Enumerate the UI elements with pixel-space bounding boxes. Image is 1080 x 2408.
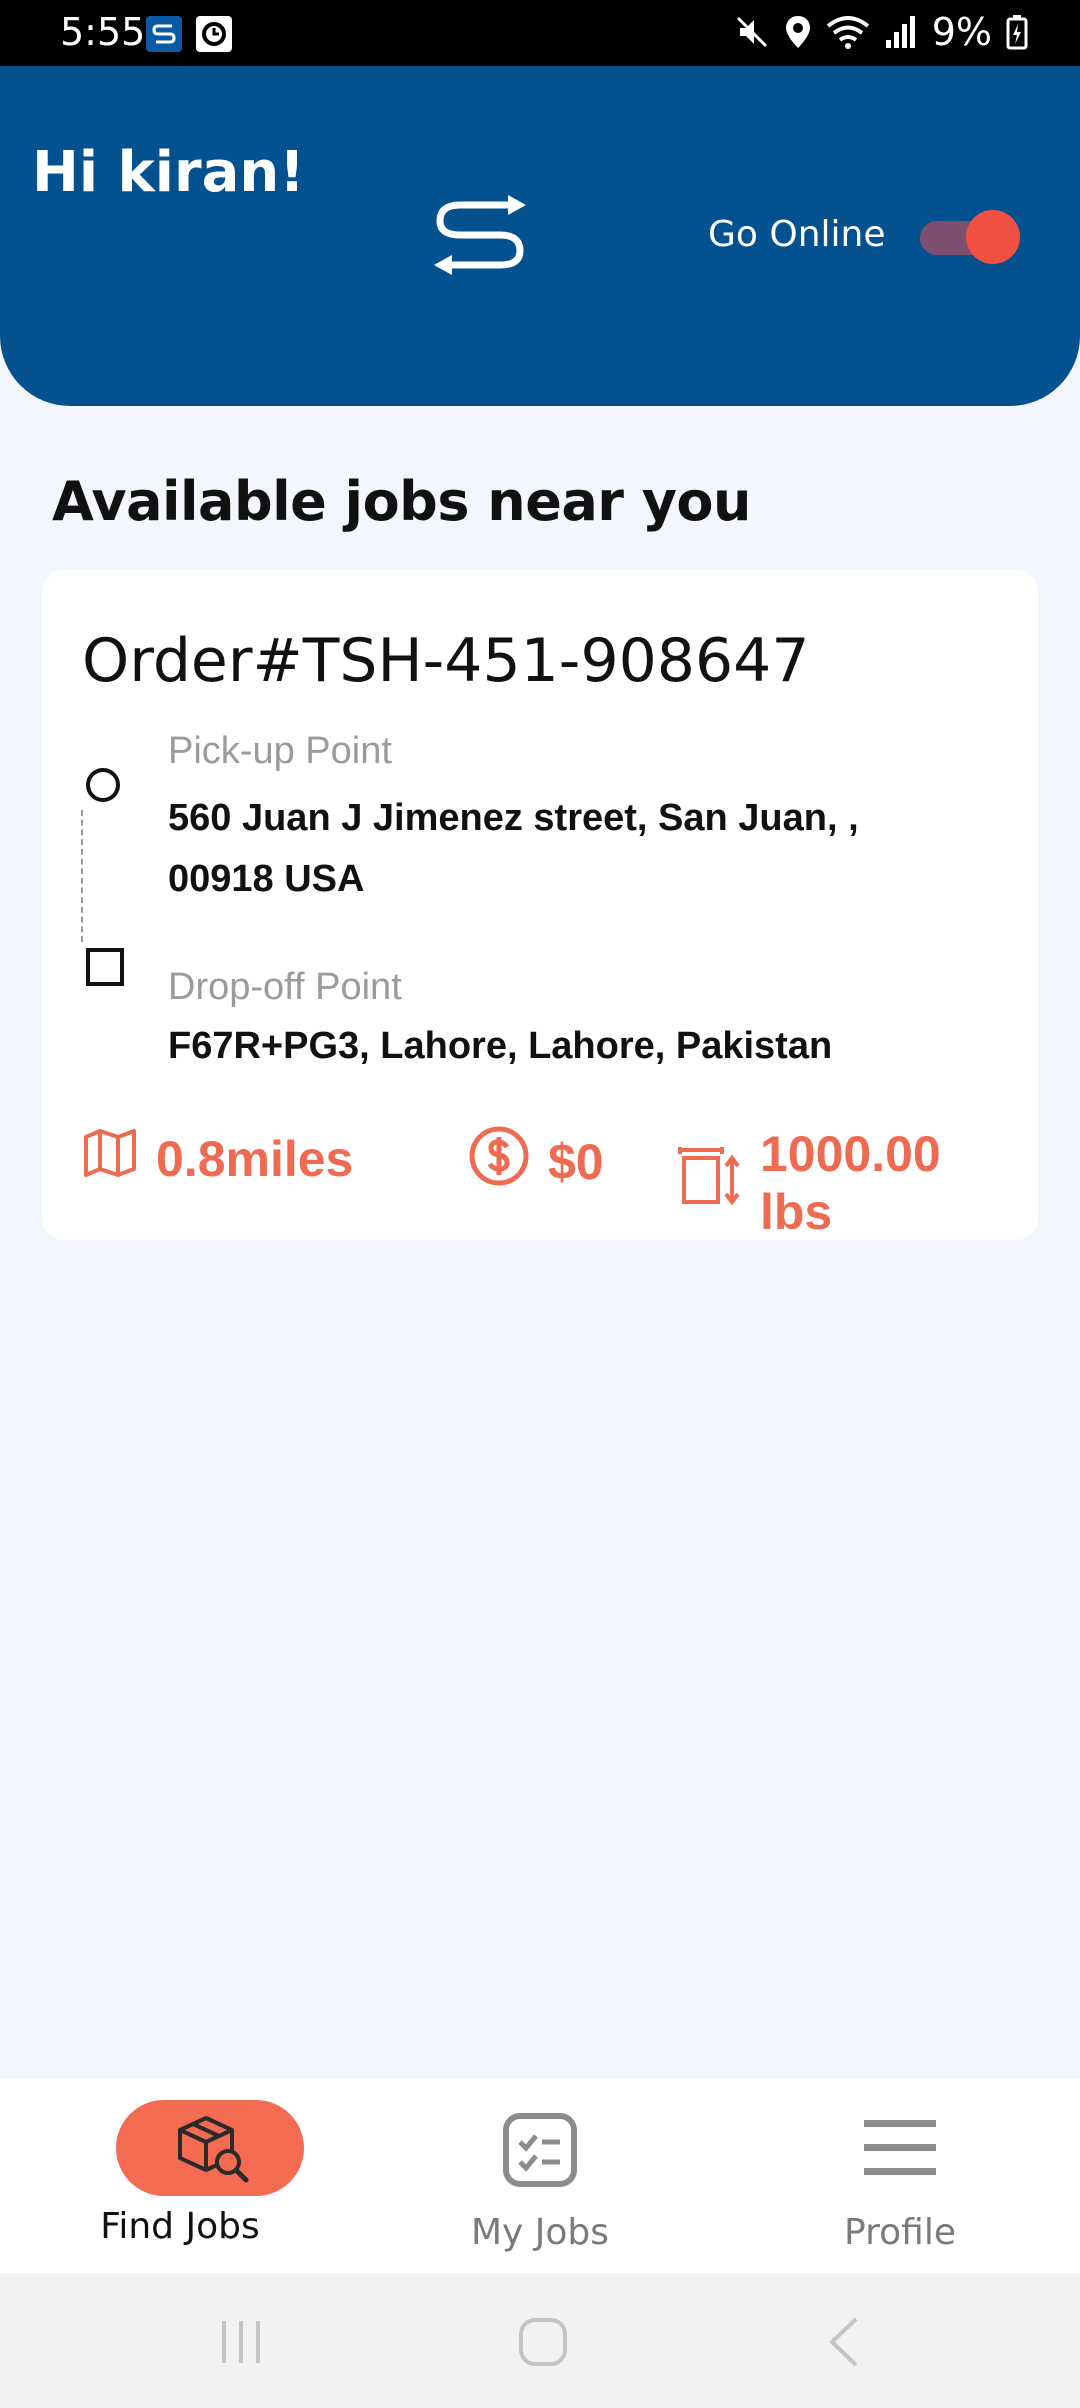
header-banner (0, 66, 1080, 406)
nav-find-jobs-label: Find Jobs (100, 2206, 260, 2247)
checklist-icon (502, 2112, 578, 2193)
location-icon (784, 14, 812, 50)
dropoff-label: Drop-off Point (168, 966, 402, 1008)
pickup-label: Pick-up Point (168, 730, 392, 772)
battery-icon (1006, 14, 1028, 50)
nav-profile-label: Profile (844, 2212, 956, 2253)
job-stats: 0.8miles $0 1000.00 lbs (82, 1125, 1012, 1240)
price-value: $0 (548, 1134, 604, 1190)
weight-stat: 1000.00 lbs (678, 1125, 1012, 1241)
pickup-address: 560 Juan J Jimenez street, San Juan, , 0… (168, 797, 859, 900)
price-stat: $0 (468, 1125, 604, 1199)
greeting: Hi kiran! (32, 140, 305, 205)
order-number: Order#TSH-451-908647 (82, 626, 810, 696)
recent-apps-icon[interactable] (218, 2317, 264, 2372)
dropoff-square-icon (86, 948, 124, 986)
nav-find-jobs[interactable]: Find Jobs (30, 2078, 330, 2273)
go-online-label: Go Online (708, 214, 886, 255)
distance-stat: 0.8miles (82, 1125, 353, 1193)
app-logo-icon (430, 195, 530, 280)
bottom-nav: Find Jobs My Jobs Profile (0, 2078, 1080, 2273)
toggle-knob (966, 210, 1020, 264)
weight-value: 1000.00 lbs (760, 1126, 941, 1240)
wifi-icon (826, 14, 870, 50)
menu-icon (862, 2116, 938, 2185)
clock-notification-icon (196, 16, 232, 52)
job-card[interactable]: Order#TSH-451-908647 Pick-up Point 560 J… (42, 570, 1038, 1240)
size-icon (678, 1146, 742, 1220)
system-nav-bar (0, 2273, 1080, 2408)
mute-icon (734, 14, 770, 50)
status-icons: 9% (734, 10, 1028, 54)
dropoff-address: F67R+PG3, Lahore, Lahore, Pakistan (168, 1025, 833, 1067)
nav-my-jobs-label: My Jobs (470, 2212, 610, 2253)
back-icon[interactable] (826, 2317, 862, 2372)
pickup-circle-icon (86, 768, 120, 802)
app-notification-icon (146, 16, 182, 52)
box-search-icon (174, 2110, 250, 2191)
map-icon (82, 1125, 138, 1193)
status-time: 5:55 (60, 10, 146, 54)
distance-value: 0.8miles (156, 1131, 354, 1187)
battery-percent: 9% (931, 10, 992, 54)
dollar-coin-icon (468, 1125, 530, 1199)
section-title: Available jobs near you (52, 470, 751, 533)
nav-my-jobs[interactable]: My Jobs (390, 2078, 690, 2273)
go-online-toggle[interactable] (920, 210, 1020, 264)
nav-profile[interactable]: Profile (750, 2078, 1050, 2273)
home-icon[interactable] (518, 2317, 568, 2372)
status-bar: 5:55 9% (0, 0, 1080, 66)
route-line (81, 810, 83, 942)
signal-icon (884, 14, 918, 50)
